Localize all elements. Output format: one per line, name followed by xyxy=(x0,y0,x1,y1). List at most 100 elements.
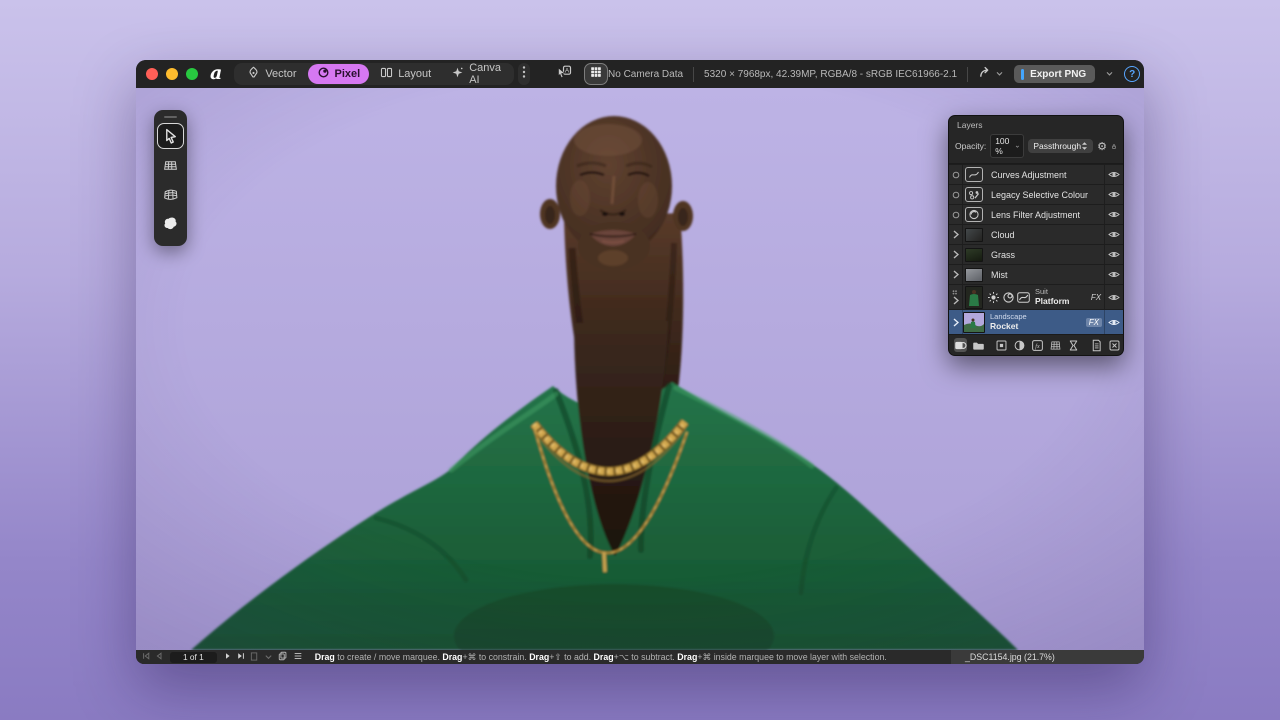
mesh-grid-icon xyxy=(164,160,177,170)
layer-row-mist[interactable]: Mist xyxy=(949,264,1123,284)
zoom-button[interactable] xyxy=(186,68,198,80)
export-png-button[interactable]: Export PNG xyxy=(1014,65,1096,83)
first-page-button[interactable] xyxy=(142,652,150,662)
layout-icon xyxy=(380,66,393,82)
swirl-icon xyxy=(1003,291,1014,303)
vector-icon xyxy=(247,66,260,82)
toggle-circle-icon[interactable] xyxy=(952,211,960,219)
layer-effects-button[interactable]: fx xyxy=(1031,338,1044,352)
layer-name: Legacy Selective Colour xyxy=(991,189,1089,200)
tab-vector[interactable]: Vector xyxy=(238,63,305,85)
tab-layout-label: Layout xyxy=(398,68,432,80)
eye-icon xyxy=(1108,212,1120,217)
chevron-right-icon[interactable] xyxy=(953,295,959,305)
layer-name: Grass xyxy=(991,249,1016,260)
fx-badge[interactable]: FX xyxy=(1085,317,1102,327)
cursor-icon xyxy=(166,128,176,144)
mask-layer-button[interactable] xyxy=(954,338,967,352)
list-view-icon[interactable] xyxy=(293,651,303,663)
layer-row-landscape[interactable]: Landscape Rocket FX xyxy=(949,309,1123,334)
opacity-value: 100 % xyxy=(995,136,1010,156)
mesh-warp-tool[interactable] xyxy=(157,152,184,178)
kebab-icon xyxy=(518,65,530,84)
tab-pixel-label: Pixel xyxy=(334,68,361,80)
move-tool[interactable] xyxy=(157,123,184,149)
visibility-toggle[interactable] xyxy=(1104,205,1123,224)
rasterize-button[interactable] xyxy=(1108,338,1121,352)
layer-thumbnail xyxy=(965,227,983,242)
page-indicator: 1 of 1 xyxy=(170,651,217,663)
view-toggle-group: A xyxy=(552,63,609,85)
svg-text:fx: fx xyxy=(1035,342,1040,349)
visibility-toggle[interactable] xyxy=(1104,265,1123,284)
chevron-right-icon[interactable] xyxy=(953,230,959,239)
layer-label-block: Landscape Rocket xyxy=(985,313,1086,331)
layer-row-curves[interactable]: Curves Adjustment xyxy=(949,164,1123,184)
panel-drag-handle[interactable] xyxy=(164,116,177,118)
minimize-button[interactable] xyxy=(166,68,178,80)
chevron-down-icon xyxy=(1015,145,1019,148)
assistant-button[interactable]: A xyxy=(552,63,576,85)
tab-canva-ai[interactable]: Canva AI xyxy=(442,62,510,86)
divider xyxy=(693,66,695,82)
layer-thumbnail xyxy=(965,267,983,282)
layer-row-suit[interactable]: Suit Platform FX xyxy=(949,284,1123,309)
new-mask-button[interactable] xyxy=(995,338,1008,352)
visibility-toggle[interactable] xyxy=(1104,225,1123,244)
grid-icon xyxy=(589,65,603,84)
visibility-toggle[interactable] xyxy=(1104,185,1123,204)
export-options-chevron[interactable] xyxy=(1105,65,1114,83)
lock-icon[interactable] xyxy=(1111,141,1117,152)
previous-page-button[interactable] xyxy=(155,652,163,662)
new-page-icon xyxy=(1092,339,1101,351)
layer-tag: Landscape xyxy=(990,312,1027,322)
chevron-right-icon[interactable] xyxy=(953,317,959,327)
liquify-tool[interactable] xyxy=(157,210,184,236)
titlebar-right: No Camera Data 5320 × 7968px, 42.39MP, R… xyxy=(608,64,1141,84)
visibility-toggle[interactable] xyxy=(1104,245,1123,264)
more-personas-button[interactable] xyxy=(518,63,531,85)
layer-row-grass[interactable]: Grass xyxy=(949,244,1123,264)
window-controls xyxy=(146,68,198,80)
history-button[interactable] xyxy=(1067,338,1080,352)
eye-icon xyxy=(1108,294,1120,300)
toggle-circle-icon[interactable] xyxy=(952,191,960,199)
visibility-toggle[interactable] xyxy=(1104,165,1123,184)
live-filter-button[interactable] xyxy=(1049,338,1062,352)
new-layer-button[interactable] xyxy=(1090,338,1103,352)
next-page-button[interactable] xyxy=(224,652,232,662)
chevron-right-icon[interactable] xyxy=(953,270,959,279)
visibility-toggle[interactable] xyxy=(1104,310,1123,334)
group-layers-button[interactable] xyxy=(972,338,985,352)
affinity-logo: a xyxy=(210,62,223,84)
assistant-icon: A xyxy=(556,64,572,85)
adjustment-button[interactable] xyxy=(1013,338,1026,352)
perspective-tool[interactable] xyxy=(157,181,184,207)
close-button[interactable] xyxy=(146,68,158,80)
grid-view-button[interactable] xyxy=(584,63,609,85)
help-button[interactable]: ? xyxy=(1124,66,1141,82)
page-options-button[interactable] xyxy=(264,652,273,663)
layer-row-cloud[interactable]: Cloud xyxy=(949,224,1123,244)
toggle-circle-icon[interactable] xyxy=(952,171,960,179)
layer-row-selective-colour[interactable]: Legacy Selective Colour xyxy=(949,184,1123,204)
add-page-button[interactable] xyxy=(250,651,259,663)
tab-pixel[interactable]: Pixel xyxy=(307,64,370,84)
file-info[interactable]: _DSC1154.jpg (21.7%) xyxy=(951,650,1144,664)
duplicate-icon[interactable] xyxy=(278,651,288,663)
opacity-input[interactable]: 100 % xyxy=(990,134,1025,158)
chevron-right-icon[interactable] xyxy=(953,250,959,259)
layer-name: Curves Adjustment xyxy=(991,169,1067,180)
share-button[interactable] xyxy=(978,64,1004,84)
blend-mode-select[interactable]: Passthrough xyxy=(1028,139,1094,153)
last-page-button[interactable] xyxy=(237,652,245,662)
fx-badge[interactable]: FX xyxy=(1088,293,1104,302)
visibility-toggle[interactable] xyxy=(1104,285,1123,309)
gear-icon[interactable]: ⚙ xyxy=(1097,141,1107,152)
layer-row-lens-filter[interactable]: Lens Filter Adjustment xyxy=(949,204,1123,224)
tab-layout[interactable]: Layout xyxy=(371,63,440,85)
tab-vector-label: Vector xyxy=(265,68,297,80)
lens-filter-icon xyxy=(965,207,983,222)
layer-marker-icon xyxy=(952,289,957,294)
canvas[interactable]: Layers Opacity: 100 % Passthrough ⚙ Curv… xyxy=(136,88,1144,650)
